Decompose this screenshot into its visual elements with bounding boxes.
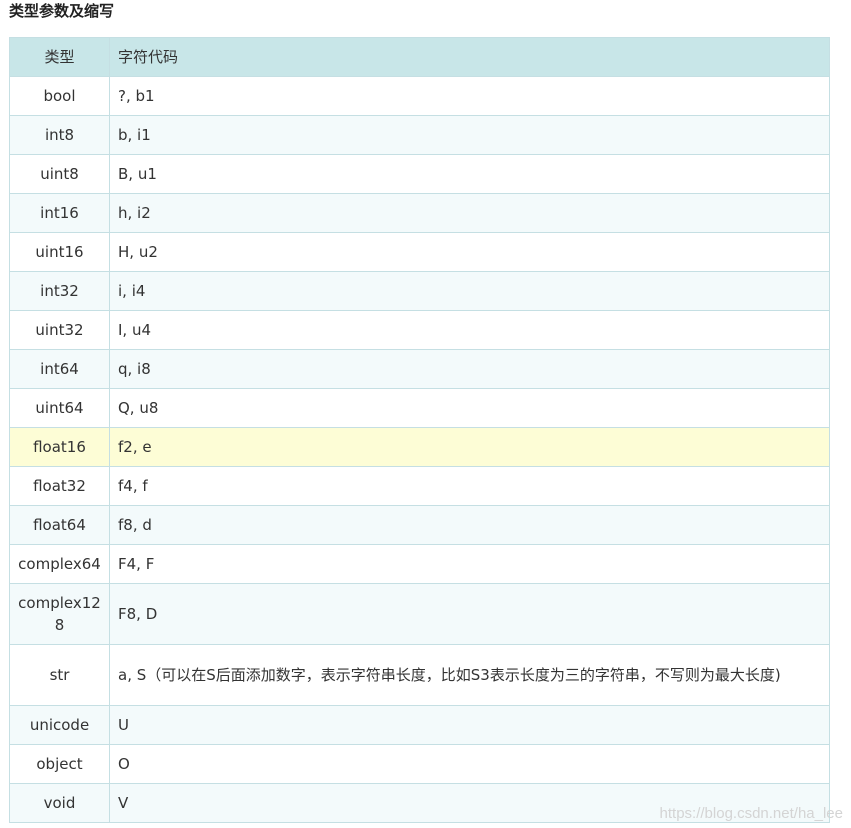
table-row: uint8 B, u1 — [9, 154, 830, 194]
type-cell: complex64 — [9, 544, 110, 584]
type-cell: uint8 — [9, 154, 110, 194]
table-row: float64 f8, d — [9, 505, 830, 545]
table-row: int64 q, i8 — [9, 349, 830, 389]
type-cell: complex128 — [9, 583, 110, 645]
section-heading: 类型参数及缩写 — [9, 2, 115, 20]
code-cell: i, i4 — [109, 271, 830, 311]
type-cell: int64 — [9, 349, 110, 389]
header-code: 字符代码 — [109, 37, 830, 77]
type-cell: void — [9, 783, 110, 823]
type-cell: str — [9, 644, 110, 706]
type-cell: int16 — [9, 193, 110, 233]
type-cell: unicode — [9, 705, 110, 745]
code-cell: ?, b1 — [109, 76, 830, 116]
table-row: int16 h, i2 — [9, 193, 830, 233]
table-row: str a, S（可以在S后面添加数字，表示字符串长度，比如S3表示长度为三的字… — [9, 644, 830, 706]
type-cell: float16 — [9, 427, 110, 467]
code-cell: f2, e — [109, 427, 830, 467]
code-cell: Q, u8 — [109, 388, 830, 428]
watermark-text: https://blog.csdn.net/ha_lee — [659, 805, 843, 822]
page: 类型参数及缩写 类型 字符代码 bool ?, b1 int8 b, i1 ui… — [0, 0, 851, 828]
code-cell: f8, d — [109, 505, 830, 545]
code-cell: h, i2 — [109, 193, 830, 233]
code-cell: f4, f — [109, 466, 830, 506]
code-cell: q, i8 — [109, 349, 830, 389]
table-row: complex64 F4, F — [9, 544, 830, 584]
type-cell: float32 — [9, 466, 110, 506]
table-row: int8 b, i1 — [9, 115, 830, 155]
type-cell: uint16 — [9, 232, 110, 272]
table-row: unicode U — [9, 705, 830, 745]
types-table: 类型 字符代码 bool ?, b1 int8 b, i1 uint8 B, u… — [9, 37, 830, 823]
table-row: complex128 F8, D — [9, 583, 830, 645]
type-cell: int32 — [9, 271, 110, 311]
code-cell: b, i1 — [109, 115, 830, 155]
code-cell: U — [109, 705, 830, 745]
code-cell: F8, D — [109, 583, 830, 645]
code-cell: I, u4 — [109, 310, 830, 350]
code-cell: O — [109, 744, 830, 784]
table-row: float32 f4, f — [9, 466, 830, 506]
type-cell: float64 — [9, 505, 110, 545]
table-row: bool ?, b1 — [9, 76, 830, 116]
code-cell: a, S（可以在S后面添加数字，表示字符串长度，比如S3表示长度为三的字符串，不… — [109, 644, 830, 706]
table-row: uint32 I, u4 — [9, 310, 830, 350]
table-header-row: 类型 字符代码 — [9, 37, 830, 77]
table-row: int32 i, i4 — [9, 271, 830, 311]
code-cell: B, u1 — [109, 154, 830, 194]
header-type: 类型 — [9, 37, 110, 77]
table-row-highlighted: float16 f2, e — [9, 427, 830, 467]
type-cell: int8 — [9, 115, 110, 155]
type-cell: bool — [9, 76, 110, 116]
type-cell: uint32 — [9, 310, 110, 350]
type-cell: uint64 — [9, 388, 110, 428]
table-row: object O — [9, 744, 830, 784]
table-row: uint64 Q, u8 — [9, 388, 830, 428]
code-cell: H, u2 — [109, 232, 830, 272]
table-row: uint16 H, u2 — [9, 232, 830, 272]
type-cell: object — [9, 744, 110, 784]
code-cell: F4, F — [109, 544, 830, 584]
